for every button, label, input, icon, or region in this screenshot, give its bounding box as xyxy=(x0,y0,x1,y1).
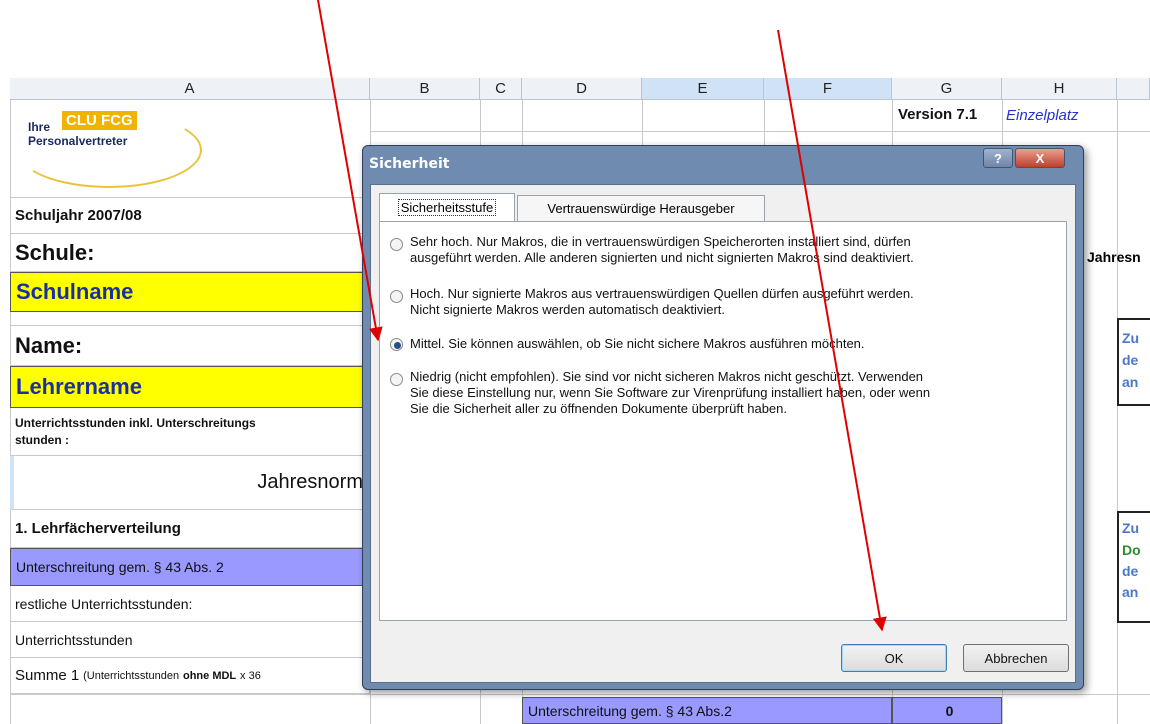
cell-unterricht-label[interactable]: Unterrichtsstunden inkl. Unterschreitung… xyxy=(10,408,370,456)
cell-bottom-value[interactable]: 0 xyxy=(892,697,1002,724)
cell-lehrername[interactable]: Lehrername xyxy=(10,366,370,408)
tab-sicherheitsstufe-label: Sicherheitsstufe xyxy=(397,199,497,216)
column-header-i[interactable] xyxy=(1117,78,1150,100)
logo: Ihre CLU FCG Personalvertreter xyxy=(14,104,204,192)
column-header-a[interactable]: A xyxy=(10,78,370,100)
right-jahres: Jahresn xyxy=(1087,249,1141,265)
column-header-h[interactable]: H xyxy=(1002,78,1117,100)
cell-schule[interactable]: Schule: xyxy=(10,234,370,272)
grid-line xyxy=(1117,100,1118,724)
option-sehr-hoch-line1: Sehr hoch. Nur Makros, die in vertrauens… xyxy=(410,234,911,249)
option-niedrig-line2: Sie diese Einstellung nur, wenn Sie Soft… xyxy=(410,385,931,400)
edition-label: Einzelplatz xyxy=(1006,107,1079,124)
unterricht-line2: stunden : xyxy=(15,432,69,447)
tab-panel: Sehr hoch. Nur Makros, die in vertrauens… xyxy=(379,221,1067,621)
option-hoch-line2: Nicht signierte Makros werden automatisc… xyxy=(410,302,726,317)
logo-text: Personalvertreter xyxy=(28,134,128,148)
logo-ihre: Ihre xyxy=(28,120,51,134)
cell-summe[interactable]: Summe 1 (Unterrichtsstunden ohne MDL x 3… xyxy=(10,658,370,694)
cell-name[interactable]: Name: xyxy=(10,326,370,366)
option-hoch-text[interactable]: Hoch. Nur signierte Makros aus vertrauen… xyxy=(410,286,914,318)
cell-jahresnorm[interactable]: Jahresnorm xyxy=(10,456,370,510)
right-de2: de xyxy=(1122,563,1139,579)
grid-line xyxy=(764,100,765,150)
cell-unterrichtsstunden[interactable]: Unterrichtsstunden xyxy=(10,622,370,658)
cell-schuljahr[interactable]: Schuljahr 2007/08 xyxy=(10,198,370,234)
column-header-e[interactable]: E xyxy=(642,78,764,100)
cell-unterschreitung[interactable]: Unterschreitung gem. § 43 Abs. 2 xyxy=(10,548,370,586)
tab-herausgeber[interactable]: Vertrauenswürdige Herausgeber xyxy=(517,195,765,221)
column-header-g[interactable]: G xyxy=(892,78,1002,100)
version-label: Version 7.1 xyxy=(898,106,978,123)
close-button[interactable]: X xyxy=(1015,148,1065,168)
right-zu1: Zu xyxy=(1122,330,1140,346)
right-do2: Do xyxy=(1122,542,1141,558)
radio-mittel[interactable] xyxy=(390,338,403,351)
option-mittel-text[interactable]: Mittel. Sie können auswählen, ob Sie nic… xyxy=(410,336,865,352)
summe-b: (Unterrichtsstunden xyxy=(83,669,180,682)
tab-herausgeber-label: Vertrauenswürdige Herausgeber xyxy=(547,201,735,216)
cell-bottom-unterschreitung[interactable]: Unterschreitung gem. § 43 Abs.2 xyxy=(522,697,892,724)
option-hoch-line1: Hoch. Nur signierte Makros aus vertrauen… xyxy=(410,286,914,301)
right-an2: an xyxy=(1122,584,1139,600)
cell-schulname[interactable]: Schulname xyxy=(10,272,370,312)
help-button[interactable]: ? xyxy=(983,148,1013,168)
cell-lehrfaecher[interactable]: 1. Lehrfächerverteilung xyxy=(10,510,370,548)
unterricht-line1: Unterrichtsstunden inkl. Unterschreitung… xyxy=(15,415,256,430)
column-header-b[interactable]: B xyxy=(370,78,480,100)
cell-spacer[interactable] xyxy=(10,312,370,326)
option-niedrig-line3: Sie die Sicherheit aller zu öffnenden Do… xyxy=(410,401,788,416)
summe-a: Summe 1 xyxy=(15,667,80,684)
jahresnorm-text: Jahresnorm xyxy=(257,471,363,493)
right-an1: an xyxy=(1122,374,1139,390)
dialog-title: Sicherheit xyxy=(369,156,450,172)
summe-d: x 36 xyxy=(240,669,261,682)
security-dialog: Sicherheit ? X Sicherheitsstufe Vertraue… xyxy=(362,145,1084,690)
radio-hoch[interactable] xyxy=(390,290,403,303)
radio-sehr-hoch[interactable] xyxy=(390,238,403,251)
column-header-f[interactable]: F xyxy=(764,78,892,100)
option-sehr-hoch-line2: ausgeführt werden. Alle anderen signiert… xyxy=(410,250,914,265)
tab-sicherheitsstufe[interactable]: Sicherheitsstufe xyxy=(379,193,515,221)
cancel-button[interactable]: Abbrechen xyxy=(963,644,1069,672)
option-mittel-line1: Mittel. Sie können auswählen, ob Sie nic… xyxy=(410,336,865,351)
bottom-value-text: 0 xyxy=(945,702,954,719)
grid-line xyxy=(10,694,1150,695)
column-header-d[interactable]: D xyxy=(522,78,642,100)
grid-line xyxy=(370,131,1150,132)
right-de1: de xyxy=(1122,352,1139,368)
grid-line xyxy=(642,100,643,150)
ok-button[interactable]: OK xyxy=(841,644,947,672)
summe-c: ohne MDL xyxy=(182,669,237,682)
cell-restliche[interactable]: restliche Unterrichtsstunden: xyxy=(10,586,370,622)
right-zu2: Zu xyxy=(1122,520,1140,536)
logo-brand: CLU FCG xyxy=(62,111,137,130)
radio-niedrig[interactable] xyxy=(390,373,403,386)
option-niedrig-line1: Niedrig (nicht empfohlen). Sie sind vor … xyxy=(410,369,924,384)
dialog-body: Sicherheitsstufe Vertrauenswürdige Herau… xyxy=(370,184,1076,683)
option-sehr-hoch-text[interactable]: Sehr hoch. Nur Makros, die in vertrauens… xyxy=(410,234,914,266)
option-niedrig-text[interactable]: Niedrig (nicht empfohlen). Sie sind vor … xyxy=(410,369,930,417)
column-header-c[interactable]: C xyxy=(480,78,522,100)
